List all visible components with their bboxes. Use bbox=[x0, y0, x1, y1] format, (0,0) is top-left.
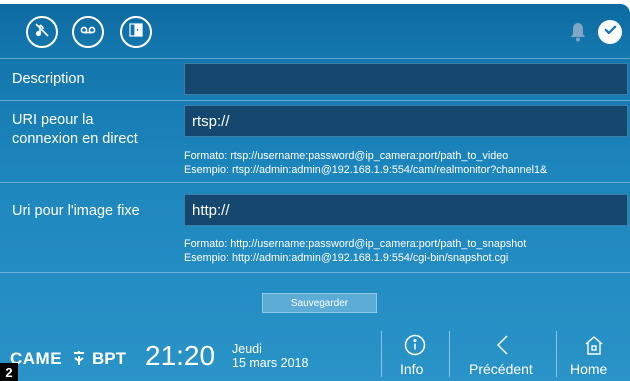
nav-home-label: Home bbox=[570, 361, 608, 377]
nav-previous[interactable]: Précédent bbox=[450, 325, 556, 381]
description-row: Description bbox=[0, 58, 630, 100]
door-open-button[interactable] bbox=[120, 16, 152, 48]
still-uri-label: Uri pour l'image fixe bbox=[12, 203, 140, 219]
clock-date: 15 mars 2018 bbox=[232, 356, 309, 370]
answering-machine-button[interactable] bbox=[72, 16, 104, 48]
nav-info[interactable]: Info bbox=[382, 325, 448, 381]
home-icon bbox=[583, 334, 605, 356]
brand-t-icon bbox=[72, 350, 86, 366]
answering-machine-icon bbox=[79, 21, 97, 44]
top-bar bbox=[0, 4, 630, 58]
info-icon bbox=[404, 334, 426, 356]
live-uri-label-line2: connexion en direct bbox=[12, 131, 138, 147]
still-uri-format-hint: Formato: http://username:password@ip_cam… bbox=[184, 238, 527, 250]
live-uri-field[interactable]: rtsp:// bbox=[184, 105, 628, 137]
check-icon bbox=[603, 22, 618, 42]
still-uri-row: Uri pour l'image fixe http:// Formato: h… bbox=[0, 182, 630, 272]
description-field[interactable] bbox=[184, 63, 628, 95]
clock-time: 21:20 bbox=[145, 340, 216, 371]
settings-panel: Description URI peour la connexion en di… bbox=[0, 4, 630, 381]
nav-home[interactable]: Home bbox=[557, 325, 630, 381]
live-uri-label-line1: URI peour la bbox=[12, 112, 94, 128]
door-open-icon bbox=[127, 21, 145, 44]
ringer-mute-button[interactable] bbox=[26, 16, 58, 48]
nav-info-label: Info bbox=[400, 361, 424, 377]
screen: Description URI peour la connexion en di… bbox=[0, 0, 630, 381]
ringer-mute-icon bbox=[33, 21, 51, 44]
bell-icon bbox=[569, 21, 587, 43]
live-uri-row: URI peour la connexion en direct rtsp://… bbox=[0, 100, 630, 182]
divider bbox=[0, 272, 630, 288]
live-uri-example-hint: Esempio: rtsp://admin:admin@192.168.1.9:… bbox=[184, 164, 548, 176]
still-uri-field[interactable]: http:// bbox=[184, 194, 628, 226]
brand-bpt-logo: BPT bbox=[92, 349, 126, 368]
clock-day: Jeudi bbox=[232, 342, 262, 356]
nav-previous-label: Précédent bbox=[469, 361, 533, 377]
page-number-badge: 2 bbox=[0, 363, 18, 381]
chevron-left-icon bbox=[492, 334, 514, 356]
bottom-bar: CAME BPT 21:20 Jeudi 15 mars 2018 Info P… bbox=[0, 325, 630, 381]
check-status bbox=[598, 20, 622, 44]
still-uri-example-hint: Esempio: http://admin:admin@192.168.1.9:… bbox=[184, 252, 509, 264]
live-uri-format-hint: Formato: rtsp://username:password@ip_cam… bbox=[184, 150, 509, 162]
description-label: Description bbox=[12, 71, 85, 87]
save-button[interactable]: Sauvegarder bbox=[262, 293, 377, 313]
